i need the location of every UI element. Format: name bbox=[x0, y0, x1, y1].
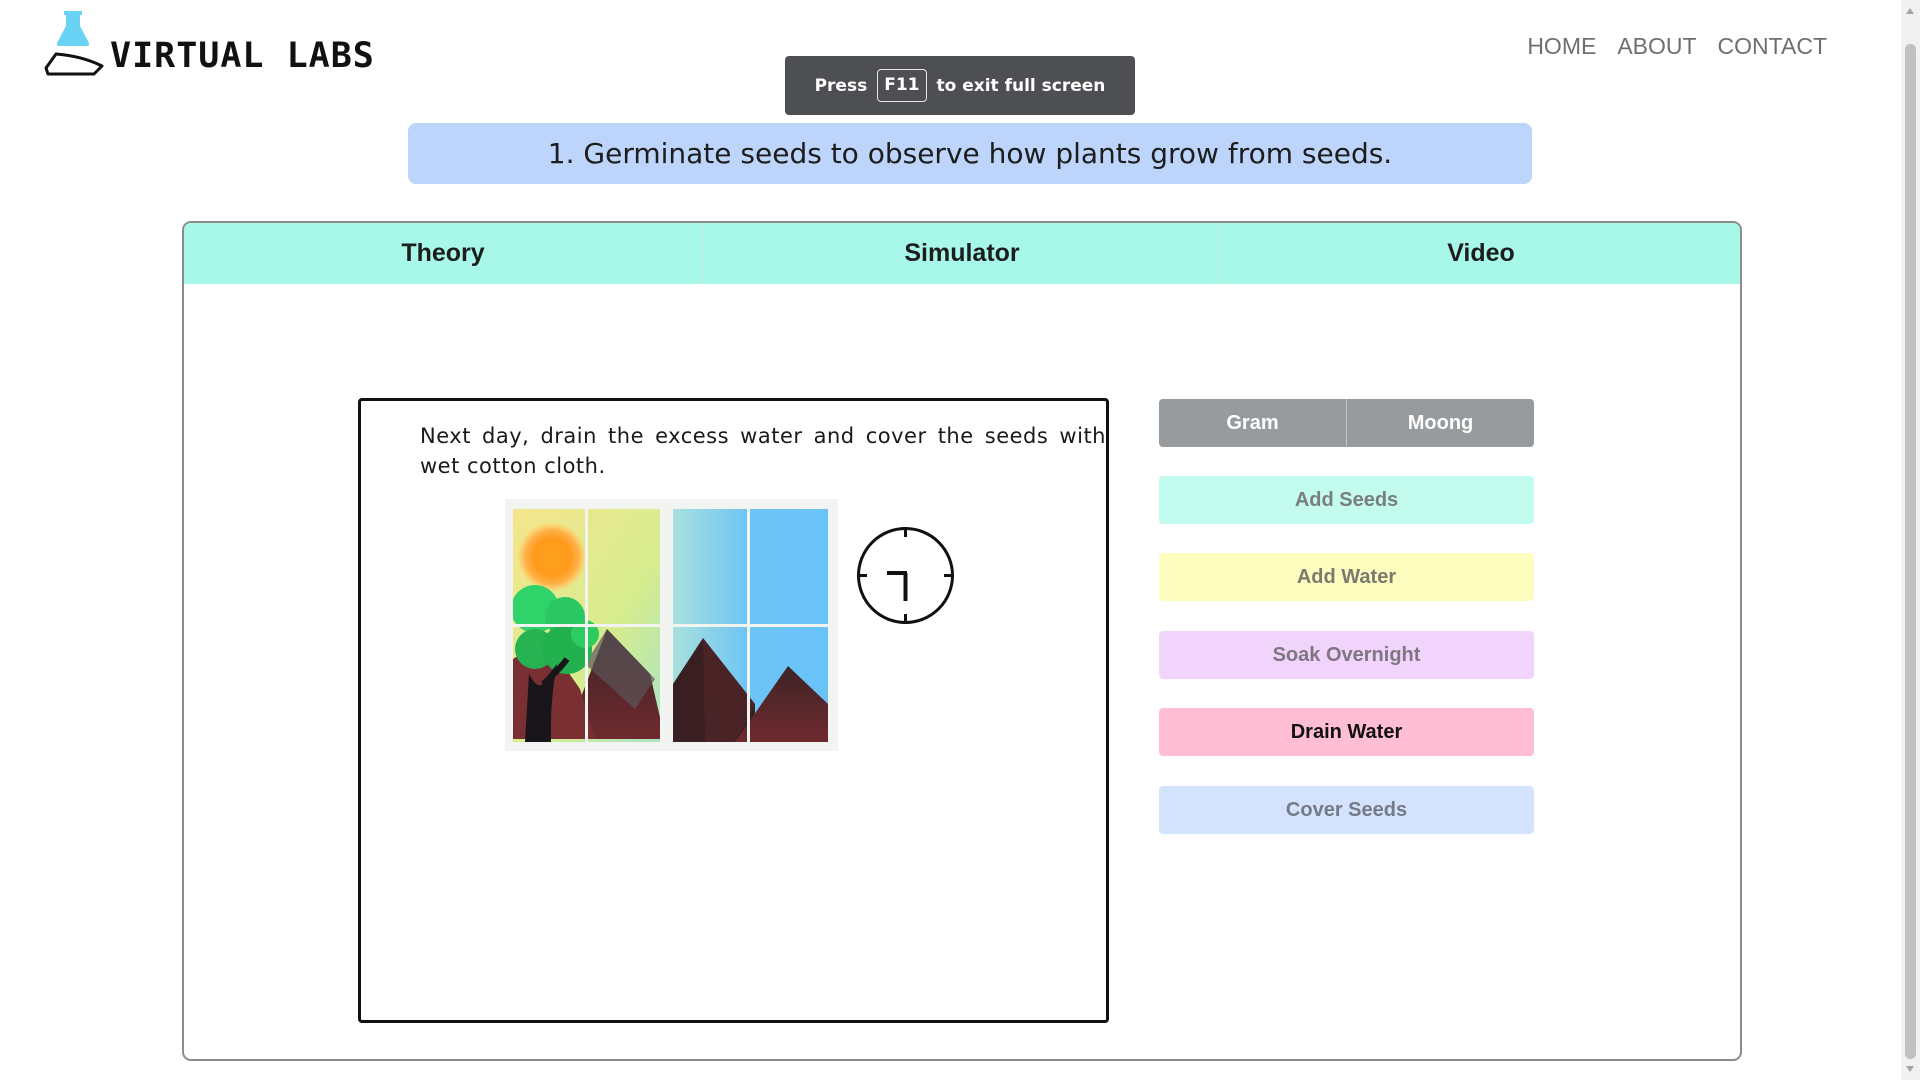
tab-theory[interactable]: Theory bbox=[184, 223, 703, 284]
simulation-canvas: Next day, drain the excess water and cov… bbox=[358, 398, 1109, 1023]
fullscreen-hint-key: F11 bbox=[877, 69, 927, 102]
fullscreen-hint-prefix: Press bbox=[814, 75, 868, 96]
seed-type-toggle: Gram Moong bbox=[1159, 399, 1534, 447]
clock-icon bbox=[857, 527, 954, 624]
nav-home[interactable]: HOME bbox=[1527, 33, 1596, 60]
brand-name: VIRTUAL LABS bbox=[110, 36, 375, 76]
scroll-up-icon[interactable] bbox=[1906, 8, 1914, 14]
cover-seeds-button[interactable]: Cover Seeds bbox=[1159, 786, 1534, 834]
add-water-button[interactable]: Add Water bbox=[1159, 553, 1534, 601]
scrollbar-thumb[interactable] bbox=[1905, 44, 1916, 1059]
instruction-text: Next day, drain the excess water and cov… bbox=[420, 424, 1106, 478]
tab-simulator[interactable]: Simulator bbox=[703, 223, 1222, 284]
tab-bar: Theory Simulator Video bbox=[184, 223, 1740, 284]
seed-option-moong[interactable]: Moong bbox=[1346, 399, 1534, 447]
experiment-title: 1. Germinate seeds to observe how plants… bbox=[408, 123, 1532, 184]
scroll-down-icon[interactable] bbox=[1906, 1066, 1914, 1072]
add-seeds-button[interactable]: Add Seeds bbox=[1159, 476, 1534, 524]
page-scrollbar[interactable] bbox=[1901, 0, 1920, 1080]
tab-video[interactable]: Video bbox=[1222, 223, 1740, 284]
fullscreen-hint-suffix: to exit full screen bbox=[936, 75, 1106, 96]
flask-icon bbox=[44, 11, 104, 76]
soak-overnight-button[interactable]: Soak Overnight bbox=[1159, 631, 1534, 679]
seed-option-gram[interactable]: Gram bbox=[1159, 399, 1346, 447]
fullscreen-hint: Press F11 to exit full screen bbox=[785, 56, 1135, 115]
nav-contact[interactable]: CONTACT bbox=[1718, 33, 1827, 60]
top-nav: HOME ABOUT CONTACT bbox=[1527, 33, 1827, 60]
drain-water-button[interactable]: Drain Water bbox=[1159, 708, 1534, 756]
brand-logo[interactable]: VIRTUAL LABS bbox=[42, 6, 375, 76]
nav-about[interactable]: ABOUT bbox=[1617, 33, 1696, 60]
window-scene bbox=[505, 499, 838, 751]
